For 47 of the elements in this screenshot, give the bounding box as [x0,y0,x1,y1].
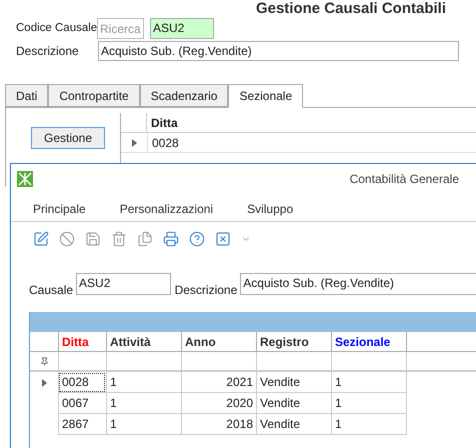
column-header: Registro [256,332,331,351]
print-icon[interactable] [163,231,179,247]
column-header: Ditta [150,115,178,132]
table-cell: 0028 [147,133,476,152]
filter-pin-icon [40,356,48,366]
causale-field[interactable]: ASU2 [76,273,171,295]
table-cell: Vendite [256,414,331,435]
table-cell: 0028 [58,372,106,393]
field-label: Causale [29,282,74,299]
menu-tab[interactable]: Personalizzazioni [120,202,214,216]
table-cell: 1 [331,414,406,435]
dialog-title: Contabilità Generale [350,171,459,188]
table-cell: Vendite [256,393,331,414]
tab[interactable]: Dati [5,84,48,107]
menu-tab[interactable]: Sviluppo [247,202,294,216]
field-label: Descrizione [16,43,80,60]
column-header: Attività [106,332,181,351]
table-cell: 1 [106,393,181,414]
edit-icon[interactable] [33,231,49,247]
column-header: Sezionale [331,332,406,351]
table-cell: 1 [331,372,406,393]
table-cell: 2020 [181,393,256,414]
table-cell: 1 [331,393,406,414]
table-cell: 2021 [181,372,256,393]
table-cell: 1 [106,372,181,393]
field-label: Descrizione [174,282,238,299]
table-cell: Vendite [256,372,331,393]
window-title: Gestione Causali Contabili [256,0,446,16]
description-field[interactable]: Acquisto Sub. (Reg.Vendite) [98,41,459,61]
table-cell: 2867 [58,414,106,435]
code-field[interactable]: ASU2 [150,18,214,39]
menu-tab[interactable]: Principale [33,202,86,216]
column-header: Ditta [58,332,106,351]
tab[interactable]: Scadenzario [140,84,228,107]
table-cell: 1 [106,414,181,435]
help-icon[interactable] [189,231,205,247]
gestione-button[interactable]: Gestione [31,127,105,149]
description-field[interactable]: Acquisto Sub. (Reg.Vendite) [240,273,476,295]
close-icon[interactable] [215,231,231,247]
app-logo-icon [17,171,33,187]
table-cell: 2018 [181,414,256,435]
search-field[interactable]: Ricerca [97,18,144,39]
tab[interactable]: Sezionale [228,84,304,108]
tab[interactable]: Contropartite [48,84,140,107]
column-header: Anno [181,332,256,351]
table-cell: 0067 [58,393,106,414]
field-label: Codice Causale [16,20,97,36]
